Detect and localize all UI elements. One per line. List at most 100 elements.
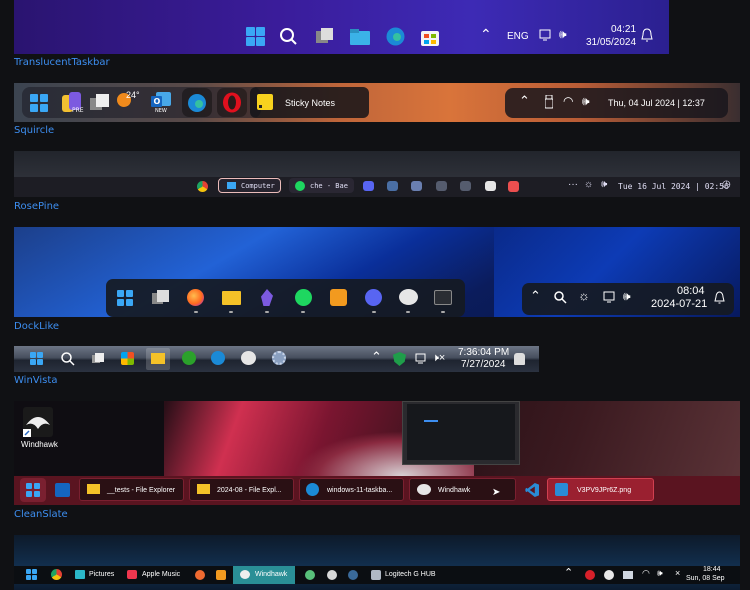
- brave-icon[interactable]: [195, 570, 205, 580]
- firefox-icon[interactable]: [187, 289, 204, 306]
- network-icon[interactable]: [603, 291, 617, 303]
- brightness-icon[interactable]: ☼: [578, 288, 590, 303]
- edge-icon[interactable]: [211, 351, 225, 365]
- theme-label-translucenttaskbar[interactable]: TranslucentTaskbar: [14, 57, 110, 68]
- clock-datetime[interactable]: Tue 16 Jul 2024 | 02:56: [618, 182, 729, 191]
- volume-icon[interactable]: 🕪: [623, 289, 631, 304]
- theme-label-rosepine[interactable]: RosePine: [14, 201, 59, 212]
- language-indicator[interactable]: ENG: [507, 31, 529, 42]
- clock-time[interactable]: 08:04: [677, 285, 705, 297]
- brightness-icon[interactable]: ☼: [584, 179, 593, 190]
- weather-temp[interactable]: 24°: [126, 90, 140, 100]
- windhawk-desktop-icon[interactable]: [23, 407, 53, 437]
- file-explorer-icon[interactable]: [222, 291, 241, 305]
- discord-icon[interactable]: [363, 181, 374, 191]
- search-icon[interactable]: [61, 352, 75, 366]
- defender-icon[interactable]: [393, 352, 406, 366]
- notification-bell-icon[interactable]: [714, 291, 725, 304]
- file-explorer-icon[interactable]: [350, 29, 370, 45]
- clock-time[interactable]: 7:36:04 PM: [458, 347, 509, 358]
- task-view-icon[interactable]: [89, 93, 111, 111]
- edge-icon[interactable]: [386, 27, 405, 46]
- tray-chevron-icon[interactable]: ⌃: [530, 288, 541, 304]
- tray-chevron-icon[interactable]: ⌃: [564, 566, 573, 579]
- clock-datetime[interactable]: Thu, 04 Jul 2024 | 12:37: [608, 98, 705, 108]
- tray-app-icon-2[interactable]: [604, 570, 614, 580]
- spotify-icon[interactable]: [295, 289, 312, 306]
- tray-app-icon-1[interactable]: [585, 570, 595, 580]
- tray-app-icon-3[interactable]: [623, 571, 633, 579]
- tray-chevron-icon[interactable]: ⌃: [371, 349, 382, 365]
- windhawk-icon[interactable]: [241, 351, 256, 365]
- close-app-icon[interactable]: [508, 181, 519, 192]
- more-icon[interactable]: ···: [568, 179, 578, 190]
- wifi-icon[interactable]: ◠: [563, 94, 573, 108]
- task-view-icon[interactable]: [91, 352, 105, 365]
- network-icon[interactable]: [415, 353, 428, 365]
- terminal-icon[interactable]: [434, 290, 452, 305]
- store-icon[interactable]: [121, 352, 134, 365]
- app-icon-3[interactable]: [436, 181, 447, 191]
- start-icon[interactable]: [246, 27, 265, 46]
- task-label[interactable]: Logitech G HUB: [385, 571, 436, 578]
- edge-icon[interactable]: [187, 93, 207, 113]
- tray-chevron-icon[interactable]: ⌃: [519, 93, 530, 109]
- volume-icon[interactable]: 🕪: [582, 94, 590, 109]
- sublime-icon[interactable]: [216, 570, 226, 580]
- discord-icon[interactable]: [365, 289, 382, 306]
- clock-time[interactable]: 18:44: [703, 566, 721, 573]
- notification-icon[interactable]: [514, 353, 525, 365]
- start-icon[interactable]: [30, 352, 43, 365]
- steam-icon[interactable]: [348, 570, 358, 580]
- chrome-icon[interactable]: [197, 181, 208, 192]
- theme-label-winvista[interactable]: WinVista: [14, 375, 57, 386]
- volume-icon[interactable]: 🕪: [601, 179, 607, 190]
- theme-label-cleanslate[interactable]: CleanSlate: [14, 509, 68, 520]
- app-icon-1[interactable]: [387, 181, 398, 191]
- task-label[interactable]: Pictures: [89, 571, 114, 578]
- app-icon-2[interactable]: [327, 570, 337, 580]
- start-icon[interactable]: [26, 569, 37, 580]
- opera-icon[interactable]: [222, 92, 242, 113]
- start-icon[interactable]: [30, 94, 48, 112]
- task-label: Windhawk: [438, 487, 471, 494]
- clock-date[interactable]: Sun, 08 Sep: [686, 575, 725, 582]
- windhawk-icon[interactable]: [485, 181, 496, 191]
- app-icon-4[interactable]: [460, 181, 471, 191]
- volume-muted-icon[interactable]: 🕨×: [432, 352, 445, 365]
- sublime-text-icon[interactable]: [330, 289, 347, 306]
- start-icon[interactable]: [117, 290, 133, 306]
- search-icon[interactable]: [554, 291, 567, 304]
- xbox-icon[interactable]: [182, 351, 196, 365]
- clock-date[interactable]: 7/27/2024: [461, 359, 506, 370]
- settings-gear-icon[interactable]: [272, 351, 286, 365]
- network-icon[interactable]: [539, 29, 553, 41]
- task-label[interactable]: Apple Music: [142, 571, 180, 578]
- file-explorer-icon: [151, 353, 165, 364]
- clock-icon[interactable]: ◷: [722, 179, 731, 190]
- chrome-icon[interactable]: [51, 569, 62, 580]
- notification-bell-icon[interactable]: [641, 28, 653, 42]
- volume-icon[interactable]: 🕪: [657, 568, 663, 579]
- copilot-icon[interactable]: PRE: [62, 92, 86, 114]
- store-icon[interactable]: [421, 27, 439, 46]
- windhawk-icon[interactable]: [399, 289, 418, 305]
- tray-chevron-icon[interactable]: ⌃: [480, 26, 492, 43]
- theme-label-squircle[interactable]: Squircle: [14, 125, 54, 136]
- desktop-icon-label[interactable]: Windhawk: [21, 440, 58, 449]
- clock-date[interactable]: 31/05/2024: [586, 37, 636, 48]
- clock-time[interactable]: 04:21: [611, 24, 636, 35]
- app-icon-1[interactable]: [305, 570, 315, 580]
- theme-label-docklike[interactable]: DockLike: [14, 321, 59, 332]
- wifi-icon[interactable]: ◠: [642, 568, 650, 579]
- clock-date[interactable]: 2024-07-21: [651, 298, 707, 310]
- volume-icon[interactable]: 🕪: [559, 27, 567, 42]
- usb-icon[interactable]: [545, 95, 553, 109]
- app-icon-2[interactable]: [411, 181, 422, 191]
- search-icon[interactable]: [280, 28, 298, 46]
- outlook-icon[interactable]: [55, 483, 70, 497]
- task-view-icon[interactable]: [151, 289, 171, 307]
- volume-muted-icon[interactable]: ×: [675, 568, 680, 578]
- task-view-icon[interactable]: [315, 27, 335, 45]
- outlook-new-icon[interactable]: O NEW: [150, 91, 172, 113]
